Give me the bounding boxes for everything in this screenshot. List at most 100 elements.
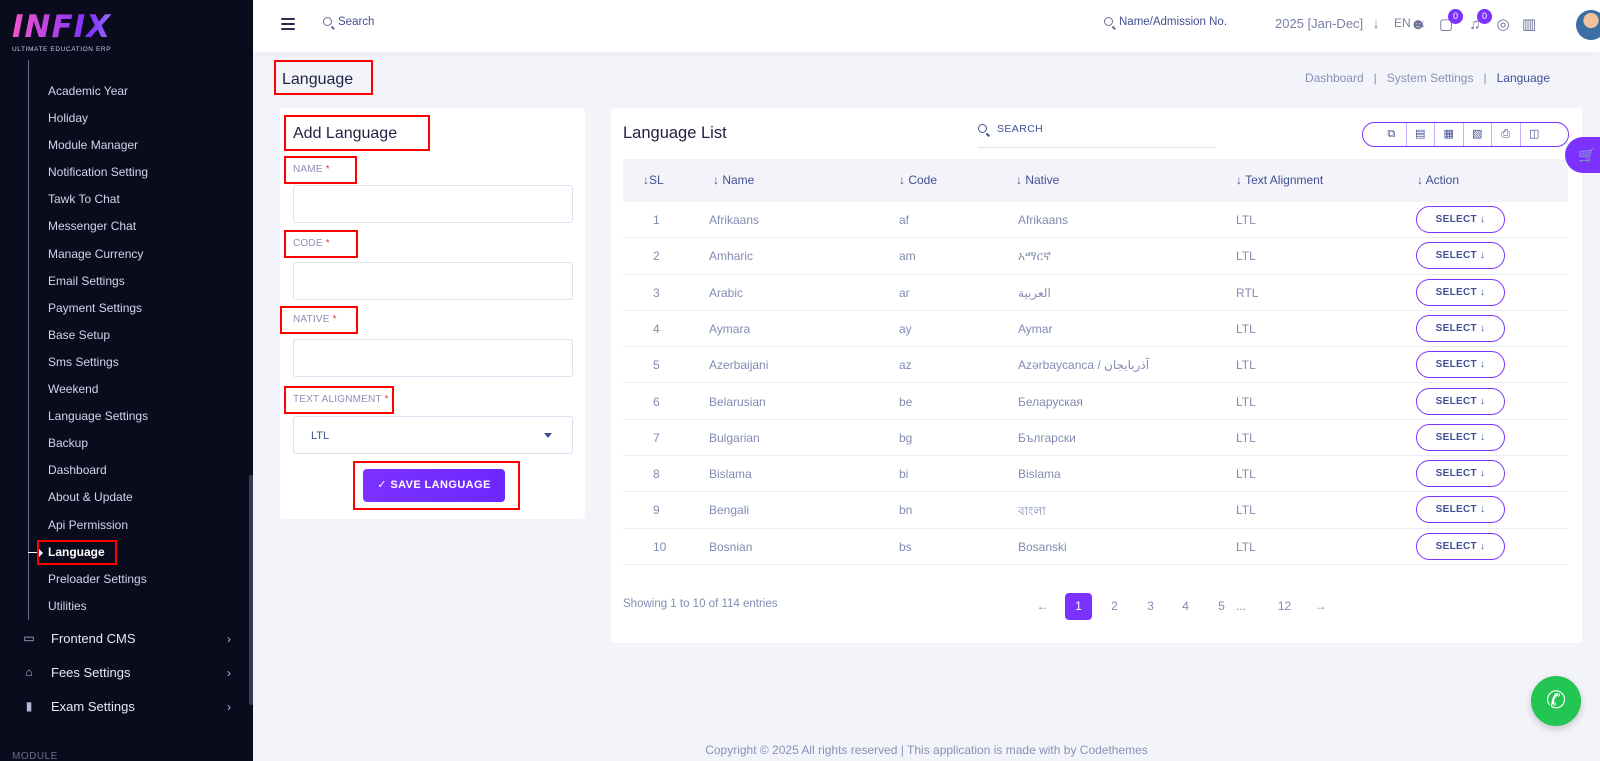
- bell-icon[interactable]: ♫ 0: [1466, 9, 1492, 34]
- excel-icon[interactable]: ▤: [1405, 123, 1435, 146]
- sidebar-item-frontend-cms[interactable]: ▭ Frontend CMS ›: [0, 622, 253, 656]
- select-action-label: SELECT: [1435, 359, 1477, 371]
- sidebar-item-about-update[interactable]: About & Update: [0, 484, 253, 511]
- sidebar-item-academic-year[interactable]: Academic Year: [0, 78, 253, 105]
- table-row: 7 Bulgarian bg Български LTL SELECT ↓: [623, 420, 1568, 457]
- robot-icon[interactable]: ☻: [1409, 16, 1427, 34]
- name-field[interactable]: [293, 185, 573, 223]
- sidebar-item-base-setup[interactable]: Base Setup: [0, 322, 253, 349]
- select-action-button[interactable]: SELECT ↓: [1416, 314, 1505, 342]
- csv-icon[interactable]: ▦: [1434, 123, 1463, 146]
- text-alignment-select[interactable]: LTL: [293, 416, 573, 454]
- select-action-label: SELECT: [1435, 322, 1477, 334]
- language-list-title: Language List: [623, 124, 727, 142]
- sidebar-item-module-manager[interactable]: Module Manager: [0, 132, 253, 159]
- page-button-12[interactable]: 12: [1271, 593, 1298, 620]
- pdf-icon[interactable]: ▧: [1462, 123, 1492, 146]
- select-action-button[interactable]: SELECT ↓: [1416, 242, 1505, 270]
- select-action-button[interactable]: SELECT ↓: [1416, 423, 1505, 451]
- col-action[interactable]: ↓ Action: [1417, 173, 1459, 187]
- code-field[interactable]: [293, 262, 573, 300]
- session-label: 2025 [Jan-Dec]: [1275, 16, 1364, 31]
- cell-sl: 8: [653, 467, 660, 482]
- select-action-button[interactable]: SELECT ↓: [1416, 532, 1505, 560]
- sidebar-item-manage-currency[interactable]: Manage Currency: [0, 241, 253, 268]
- sidebar-item-api-permission[interactable]: Api Permission: [0, 512, 253, 539]
- sidebar-item-language-settings[interactable]: Language Settings: [0, 403, 253, 430]
- sidebar-item-dashboard[interactable]: Dashboard: [0, 457, 253, 484]
- print-icon[interactable]: ⎙: [1491, 123, 1520, 146]
- page-button-1[interactable]: 1: [1065, 593, 1092, 620]
- user-avatar[interactable]: [1576, 10, 1600, 40]
- page-button-4[interactable]: 4: [1172, 593, 1199, 620]
- sidebar-item-language[interactable]: Language: [0, 539, 253, 566]
- col-sl[interactable]: ↓SL: [643, 173, 664, 187]
- cell-name: Belarusian: [709, 394, 766, 409]
- cell-alignment: LTL: [1236, 321, 1256, 336]
- sidebar-item-tawk-to-chat[interactable]: Tawk To Chat: [0, 186, 253, 213]
- sidebar-item-notification-setting[interactable]: Notification Setting: [0, 159, 253, 186]
- col-name[interactable]: ↓ Name: [713, 173, 754, 187]
- native-field[interactable]: [293, 339, 573, 377]
- sidebar-item-weekend[interactable]: Weekend: [0, 376, 253, 403]
- chart-icon[interactable]: ▥: [1520, 16, 1538, 34]
- select-action-button[interactable]: SELECT ↓: [1416, 460, 1505, 488]
- table-row: 10 Bosnian bs Bosanski LTL SELECT ↓: [623, 529, 1568, 565]
- next-page-icon[interactable]: →: [1307, 593, 1334, 620]
- select-action-button[interactable]: SELECT ↓: [1416, 351, 1505, 379]
- sidebar-item-holiday[interactable]: Holiday: [0, 105, 253, 132]
- select-action-button[interactable]: SELECT ↓: [1416, 496, 1505, 524]
- breadcrumb-system-settings[interactable]: System Settings: [1387, 71, 1474, 85]
- whatsapp-icon[interactable]: ✆: [1531, 676, 1581, 726]
- cart-icon[interactable]: 🛒: [1565, 137, 1600, 173]
- sidebar-item-payment-settings[interactable]: Payment Settings: [0, 295, 253, 322]
- sidebar-item-utilities[interactable]: Utilities: [0, 593, 253, 620]
- text-alignment-label-text: TEXT ALIGNMENT: [293, 394, 382, 405]
- menu-toggle-icon[interactable]: [281, 18, 295, 30]
- cell-alignment: LTL: [1236, 539, 1256, 554]
- select-action-button[interactable]: SELECT ↓: [1416, 387, 1505, 415]
- save-highlight-box: ✓ SAVE LANGUAGE: [353, 461, 520, 510]
- save-language-button[interactable]: ✓ SAVE LANGUAGE: [363, 469, 505, 502]
- footer-copyright: Copyright © 2025 All rights reserved | T…: [705, 743, 1148, 757]
- sidebar-scrollbar[interactable]: [249, 475, 253, 705]
- col-native[interactable]: ↓ Native: [1016, 173, 1059, 187]
- cell-name: Afrikaans: [709, 213, 760, 227]
- academic-session-select[interactable]: 2025 [Jan-Dec] ↓: [1275, 16, 1379, 31]
- select-action-button[interactable]: SELECT ↓: [1416, 206, 1505, 233]
- native-label: NATIVE *: [280, 306, 358, 334]
- name-label-text: NAME: [293, 164, 323, 175]
- sidebar-item-backup[interactable]: Backup: [0, 430, 253, 457]
- cell-code: bi: [899, 467, 909, 482]
- col-code[interactable]: ↓ Code: [899, 173, 937, 187]
- check-icon: ✓: [377, 479, 391, 491]
- sidebar-item-exam-settings[interactable]: ▮ Exam Settings ›: [0, 690, 253, 724]
- sidebar-item-fees-settings[interactable]: ⌂ Fees Settings ›: [0, 656, 253, 690]
- cell-sl: 2: [653, 249, 660, 264]
- sidebar-item-messenger-chat[interactable]: Messenger Chat: [0, 213, 253, 240]
- page-button-2[interactable]: 2: [1101, 593, 1128, 620]
- prev-page-icon[interactable]: ←: [1029, 593, 1056, 620]
- cell-sl: 9: [653, 503, 660, 518]
- student-search[interactable]: Name/Admission No.: [1104, 16, 1227, 28]
- table-search-input[interactable]: SEARCH: [978, 118, 1216, 148]
- globe-icon[interactable]: ◎: [1494, 16, 1512, 34]
- copy-icon[interactable]: ⧉: [1377, 123, 1406, 146]
- global-search[interactable]: Search: [323, 16, 374, 28]
- select-action-button[interactable]: SELECT ↓: [1416, 278, 1505, 306]
- notifications-badge: 0: [1477, 9, 1492, 24]
- app-logo[interactable]: INFIX ULTIMATE EDUCATION ERP: [12, 10, 122, 56]
- sidebar-item-preloader-settings[interactable]: Preloader Settings: [0, 566, 253, 593]
- sidebar-item-sms-settings[interactable]: Sms Settings: [0, 349, 253, 376]
- breadcrumb-current: Language: [1496, 71, 1550, 85]
- page-button-5[interactable]: 5: [1208, 593, 1235, 620]
- breadcrumb-dashboard[interactable]: Dashboard: [1305, 71, 1364, 85]
- chat-icon[interactable]: ▢ 0: [1437, 9, 1463, 34]
- page-button-3[interactable]: 3: [1137, 593, 1164, 620]
- search-icon: [323, 17, 332, 26]
- columns-icon[interactable]: ◫: [1519, 123, 1549, 146]
- col-text-alignment[interactable]: ↓ Text Alignment: [1236, 173, 1323, 187]
- system-settings-submenu: Academic Year Holiday Module Manager Not…: [0, 78, 253, 620]
- sidebar-item-email-settings[interactable]: Email Settings: [0, 268, 253, 295]
- cell-name: Azerbaijani: [709, 358, 769, 373]
